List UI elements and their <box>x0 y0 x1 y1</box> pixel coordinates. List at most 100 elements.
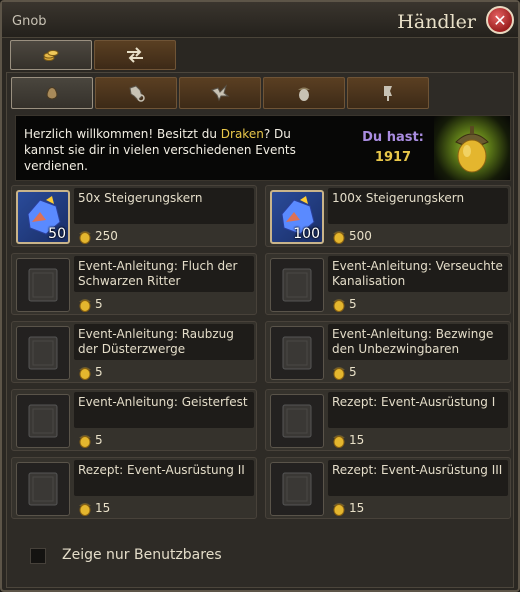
merchant-panel: Herzlich willkommen! Besitzt du Draken? … <box>6 72 514 588</box>
item-slot[interactable] <box>270 394 324 448</box>
item-name: Rezept: Event-Ausrüstung II <box>78 463 245 477</box>
balance-label: Du hast: <box>362 130 424 145</box>
item-card[interactable]: 50 50x Steigerungskern 250 <box>11 185 257 247</box>
pouch-icon <box>46 87 58 100</box>
book-icon <box>282 336 312 370</box>
book-icon <box>282 404 312 438</box>
acorn-icon <box>333 231 345 244</box>
griffin-icon <box>211 84 230 102</box>
item-price-value: 15 <box>349 433 365 447</box>
title-bar[interactable]: Gnob Händler ✕ <box>2 2 518 38</box>
item-price-value: 5 <box>95 433 103 447</box>
close-button[interactable]: ✕ <box>486 6 514 34</box>
item-price: 5 <box>332 296 357 312</box>
item-name-box: Event-Anleitung: Raubzug der Düsterzwerg… <box>74 324 254 360</box>
item-slot[interactable] <box>270 326 324 380</box>
usable-only-label[interactable]: Zeige nur Benutzbares <box>62 547 222 563</box>
item-price: 15 <box>332 432 364 448</box>
item-slot[interactable] <box>16 258 70 312</box>
subtab-acorn[interactable] <box>263 77 345 109</box>
tab-buy[interactable] <box>10 40 92 70</box>
subtab-pouch[interactable] <box>11 77 93 109</box>
item-name-box: Rezept: Event-Ausrüstung II <box>74 460 254 496</box>
window-title: Händler <box>397 11 476 33</box>
item-name-box: Event-Anleitung: Bezwinge den Unbezwingb… <box>328 324 508 360</box>
currency-acorn-icon <box>434 116 510 180</box>
item-name: Event-Anleitung: Geisterfest <box>78 395 248 409</box>
swap-arrows-icon <box>127 47 143 63</box>
item-count: 100 <box>293 226 320 242</box>
item-price: 5 <box>332 364 357 380</box>
coins-icon <box>43 50 59 61</box>
item-price: 15 <box>332 500 364 516</box>
item-slot[interactable] <box>270 258 324 312</box>
item-name-box: Rezept: Event-Ausrüstung III <box>328 460 508 496</box>
item-price-value: 5 <box>349 297 357 311</box>
item-name: 50x Steigerungskern <box>78 191 203 205</box>
item-price: 15 <box>78 500 110 516</box>
item-name-box: Event-Anleitung: Fluch der Schwarzen Rit… <box>74 256 254 292</box>
item-slot[interactable]: 50 <box>16 190 70 244</box>
book-icon <box>28 336 58 370</box>
welcome-banner: Herzlich willkommen! Besitzt du Draken? … <box>15 115 511 181</box>
item-price-value: 5 <box>349 365 357 379</box>
item-name: Rezept: Event-Ausrüstung I <box>332 395 496 409</box>
item-name-box: Rezept: Event-Ausrüstung I <box>328 392 508 428</box>
item-name-box: 50x Steigerungskern <box>74 188 254 224</box>
item-card[interactable]: Rezept: Event-Ausrüstung II 15 <box>11 457 257 519</box>
subtab-horse[interactable] <box>95 77 177 109</box>
book-icon <box>28 472 58 506</box>
item-slot[interactable] <box>16 394 70 448</box>
book-icon <box>282 472 312 506</box>
item-price-value: 5 <box>95 297 103 311</box>
item-card[interactable]: Event-Anleitung: Geisterfest 5 <box>11 389 257 451</box>
item-slot[interactable] <box>270 462 324 516</box>
acorn-icon <box>79 231 91 244</box>
item-name-box: Event-Anleitung: Geisterfest <box>74 392 254 428</box>
item-card[interactable]: 100 100x Steigerungskern 500 <box>265 185 511 247</box>
subtab-griffin[interactable] <box>179 77 261 109</box>
item-count: 50 <box>48 226 66 242</box>
book-icon <box>282 268 312 302</box>
item-name: Rezept: Event-Ausrüstung III <box>332 463 503 477</box>
item-card[interactable]: Event-Anleitung: Verseuchte Kanalisation… <box>265 253 511 315</box>
item-card[interactable]: Rezept: Event-Ausrüstung III 15 <box>265 457 511 519</box>
acorn-icon <box>79 367 91 380</box>
item-card[interactable]: Event-Anleitung: Raubzug der Düsterzwerg… <box>11 321 257 383</box>
item-card[interactable]: Event-Anleitung: Bezwinge den Unbezwingb… <box>265 321 511 383</box>
book-icon <box>28 404 58 438</box>
welcome-currency-name: Draken <box>220 127 264 141</box>
item-name: 100x Steigerungskern <box>332 191 465 205</box>
horse-icon <box>129 85 145 102</box>
item-slot[interactable]: 100 <box>270 190 324 244</box>
item-price-value: 15 <box>95 501 111 515</box>
acorn-icon <box>333 503 345 516</box>
balance-value: 1917 <box>374 150 412 165</box>
item-card[interactable]: Rezept: Event-Ausrüstung I 15 <box>265 389 511 451</box>
tab-trade[interactable] <box>94 40 176 70</box>
acorn-icon <box>79 299 91 312</box>
character-name: Gnob <box>12 14 47 29</box>
item-price-value: 15 <box>349 501 365 515</box>
welcome-text: Herzlich willkommen! Besitzt du Draken? … <box>24 126 324 174</box>
acorn-icon <box>333 367 345 380</box>
banner-icon <box>384 86 392 101</box>
subtab-banner[interactable] <box>347 77 429 109</box>
item-price: 5 <box>78 296 103 312</box>
acorn-icon <box>298 87 310 101</box>
item-price: 250 <box>78 228 118 244</box>
acorn-icon <box>79 503 91 516</box>
usable-only-checkbox[interactable] <box>30 548 46 564</box>
book-icon <box>28 268 58 302</box>
acorn-icon <box>79 435 91 448</box>
item-slot[interactable] <box>16 462 70 516</box>
item-name-box: 100x Steigerungskern <box>328 188 508 224</box>
item-name: Event-Anleitung: Fluch der Schwarzen Rit… <box>78 259 238 288</box>
acorn-icon <box>333 299 345 312</box>
item-card[interactable]: Event-Anleitung: Fluch der Schwarzen Rit… <box>11 253 257 315</box>
welcome-part1: Herzlich willkommen! Besitzt du <box>24 127 221 141</box>
item-price-value: 5 <box>95 365 103 379</box>
item-name: Event-Anleitung: Bezwinge den Unbezwingb… <box>332 327 494 356</box>
item-slot[interactable] <box>16 326 70 380</box>
item-price-value: 250 <box>95 229 118 243</box>
